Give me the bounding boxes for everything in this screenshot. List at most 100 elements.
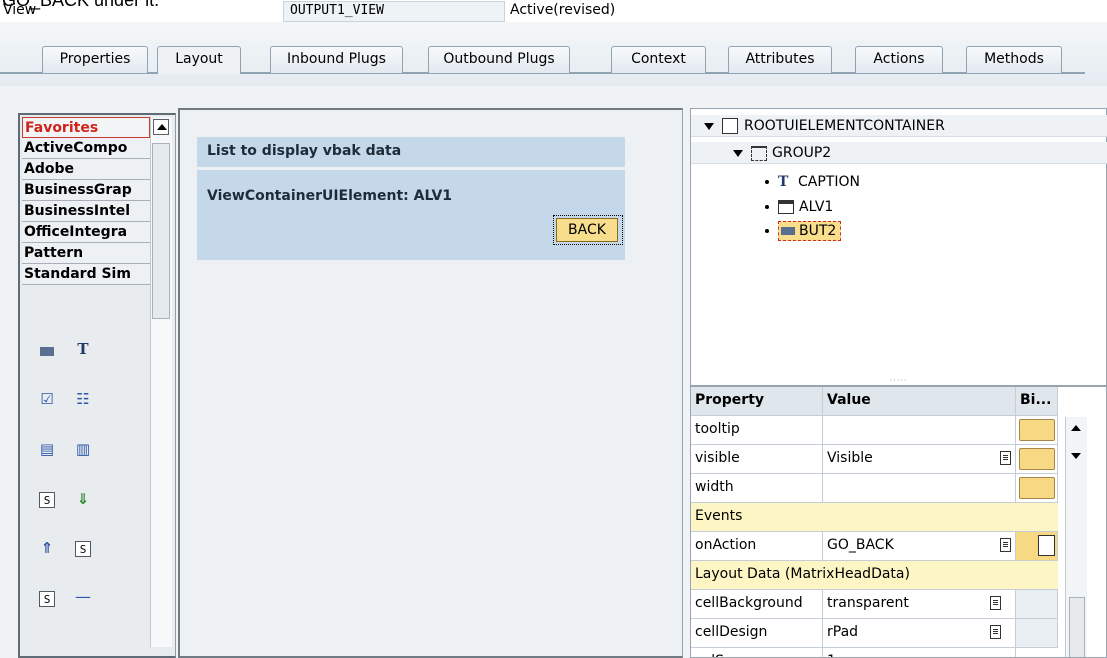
header-binding[interactable]: Bi... bbox=[1016, 387, 1058, 415]
checkbox-icon[interactable]: ☑ bbox=[39, 391, 55, 407]
property-name: colSpan bbox=[691, 648, 823, 657]
bind-button[interactable] bbox=[1019, 419, 1055, 441]
palette-item-officeintegration[interactable]: OfficeIntegra bbox=[22, 222, 150, 243]
scroll-thumb[interactable] bbox=[1069, 597, 1085, 657]
ui-element-tree: ROOTUIELEMENTCONTAINER GROUP2 T CAPTION A… bbox=[690, 108, 1107, 386]
palette-item-standard-simple[interactable]: Standard Sim bbox=[22, 264, 150, 285]
tree-node-root[interactable]: ROOTUIELEMENTCONTAINER bbox=[691, 115, 1107, 137]
expand-arrow-icon[interactable] bbox=[704, 122, 714, 130]
palette-item-favorites[interactable]: Favorites bbox=[22, 117, 150, 138]
binding-cell bbox=[1016, 619, 1058, 647]
scroll-up-icon[interactable] bbox=[1071, 425, 1081, 431]
binding-cell bbox=[1016, 532, 1058, 560]
dropdown-icon[interactable]: ▥ bbox=[75, 441, 91, 457]
tree-node-but2-label: BUT2 bbox=[799, 223, 837, 239]
bind-button[interactable] bbox=[1019, 477, 1055, 499]
value-help-icon[interactable] bbox=[1000, 451, 1011, 465]
view-container-panel[interactable]: ViewContainerUIElement: ALV1 BACK bbox=[197, 170, 625, 260]
selected-node[interactable]: BUT2 bbox=[778, 221, 842, 241]
tab-properties[interactable]: Properties bbox=[42, 46, 148, 73]
scroll-down-icon[interactable] bbox=[1071, 453, 1081, 459]
binding-cell bbox=[1016, 590, 1058, 618]
view-label: View bbox=[3, 2, 37, 18]
tree-node-group2-label: GROUP2 bbox=[772, 145, 832, 161]
tab-actions[interactable]: Actions bbox=[855, 46, 943, 73]
palette-item-adobe[interactable]: Adobe bbox=[22, 159, 150, 180]
button-element-icon[interactable] bbox=[40, 347, 54, 356]
palette-list: Favorites ActiveCompo Adobe BusinessGrap… bbox=[22, 117, 150, 285]
property-name: cellDesign bbox=[691, 619, 823, 647]
section-events: Events bbox=[691, 503, 1058, 532]
palette-scrollbar[interactable] bbox=[150, 117, 172, 647]
caption-element[interactable]: List to display vbak data bbox=[197, 137, 625, 167]
section-label[interactable]: Events bbox=[691, 503, 1058, 531]
binding-cell bbox=[1016, 445, 1058, 473]
tab-context[interactable]: Context bbox=[611, 46, 706, 73]
value-help-icon[interactable] bbox=[1000, 538, 1011, 552]
value-help-icon[interactable] bbox=[990, 625, 1001, 639]
horizontal-rule-icon[interactable]: — bbox=[75, 589, 91, 605]
property-row-celldesign: cellDesign rPad bbox=[691, 619, 1058, 648]
tab-inbound-plugs[interactable]: Inbound Plugs bbox=[270, 46, 403, 73]
text-view-icon[interactable]: T bbox=[75, 341, 91, 357]
view-status: Active(revised) bbox=[510, 2, 616, 18]
value-text: rPad bbox=[827, 624, 859, 640]
create-action-icon[interactable] bbox=[1038, 535, 1055, 556]
property-value-tooltip[interactable] bbox=[823, 416, 1016, 444]
palette-item-businessgraphics[interactable]: BusinessGrap bbox=[22, 180, 150, 201]
upload-icon[interactable]: ⇑ bbox=[39, 540, 55, 556]
view-container-icon bbox=[778, 200, 794, 214]
text-view-icon: T bbox=[778, 174, 789, 190]
property-value-width[interactable] bbox=[823, 474, 1016, 502]
section-label[interactable]: Layout Data (MatrixHeadData) bbox=[691, 561, 1058, 589]
binding-empty bbox=[1016, 619, 1057, 647]
scroll-up-icon[interactable] bbox=[153, 119, 169, 135]
button-element-icon bbox=[781, 227, 795, 235]
layout-designer-canvas: List to display vbak data ViewContainerU… bbox=[178, 108, 683, 658]
tree-node-caption[interactable]: T CAPTION bbox=[765, 171, 860, 193]
tab-layout[interactable]: Layout bbox=[157, 46, 241, 74]
value-help-icon[interactable] bbox=[990, 596, 1001, 610]
bullet-icon bbox=[765, 180, 769, 184]
palette-item-activecomponent[interactable]: ActiveCompo bbox=[22, 138, 150, 159]
property-value-onaction[interactable]: GO_BACK bbox=[823, 532, 1016, 560]
property-row-onaction: onAction GO_BACK bbox=[691, 532, 1058, 561]
property-grid-header: Property Value Bi... bbox=[691, 387, 1058, 416]
property-value-colspan[interactable]: 1 bbox=[823, 648, 1016, 657]
property-row-tooltip: tooltip bbox=[691, 416, 1058, 445]
tree-node-group2[interactable]: GROUP2 bbox=[691, 142, 1107, 164]
view-container-label: ViewContainerUIElement: ALV1 bbox=[207, 188, 453, 204]
tab-outbound-plugs[interactable]: Outbound Plugs bbox=[428, 46, 570, 73]
back-button-frame[interactable]: BACK bbox=[553, 215, 623, 245]
property-value-cellbackground[interactable]: transparent bbox=[823, 590, 1016, 618]
header-property[interactable]: Property bbox=[691, 387, 823, 415]
header-value[interactable]: Value bbox=[823, 387, 1016, 415]
bind-button[interactable] bbox=[1019, 448, 1055, 470]
scroll-thumb[interactable] bbox=[152, 143, 170, 319]
section-layout-data: Layout Data (MatrixHeadData) bbox=[691, 561, 1058, 590]
checkbox-group-icon[interactable]: ☷ bbox=[75, 391, 91, 407]
group-icon bbox=[751, 145, 767, 161]
binding-empty bbox=[1016, 590, 1057, 618]
tab-attributes[interactable]: Attributes bbox=[728, 46, 832, 73]
property-name: visible bbox=[691, 445, 823, 473]
expand-arrow-icon[interactable] bbox=[733, 149, 743, 157]
script-2-icon[interactable]: S bbox=[75, 541, 91, 557]
script-3-icon[interactable]: S bbox=[39, 591, 55, 607]
input-field-icon[interactable]: ▤ bbox=[39, 441, 55, 457]
script-icon[interactable]: S bbox=[39, 492, 55, 508]
palette-item-businessintelligence[interactable]: BusinessIntel bbox=[22, 201, 150, 222]
download-icon[interactable]: ⇓ bbox=[75, 491, 91, 507]
pane-splitter[interactable]: ····· bbox=[690, 377, 1107, 385]
tree-node-root-label: ROOTUIELEMENTCONTAINER bbox=[744, 118, 945, 134]
tree-node-but2[interactable]: BUT2 bbox=[765, 220, 842, 242]
property-value-celldesign[interactable]: rPad bbox=[823, 619, 1016, 647]
property-scrollbar[interactable] bbox=[1065, 417, 1087, 657]
value-text: Visible bbox=[827, 450, 873, 466]
back-button[interactable]: BACK bbox=[556, 218, 618, 242]
property-value-visible[interactable]: Visible bbox=[823, 445, 1016, 473]
tab-methods[interactable]: Methods bbox=[966, 46, 1062, 73]
palette-item-pattern[interactable]: Pattern bbox=[22, 243, 150, 264]
property-row-colspan: colSpan 1 bbox=[691, 648, 1058, 657]
tree-node-alv1[interactable]: ALV1 bbox=[765, 196, 833, 218]
